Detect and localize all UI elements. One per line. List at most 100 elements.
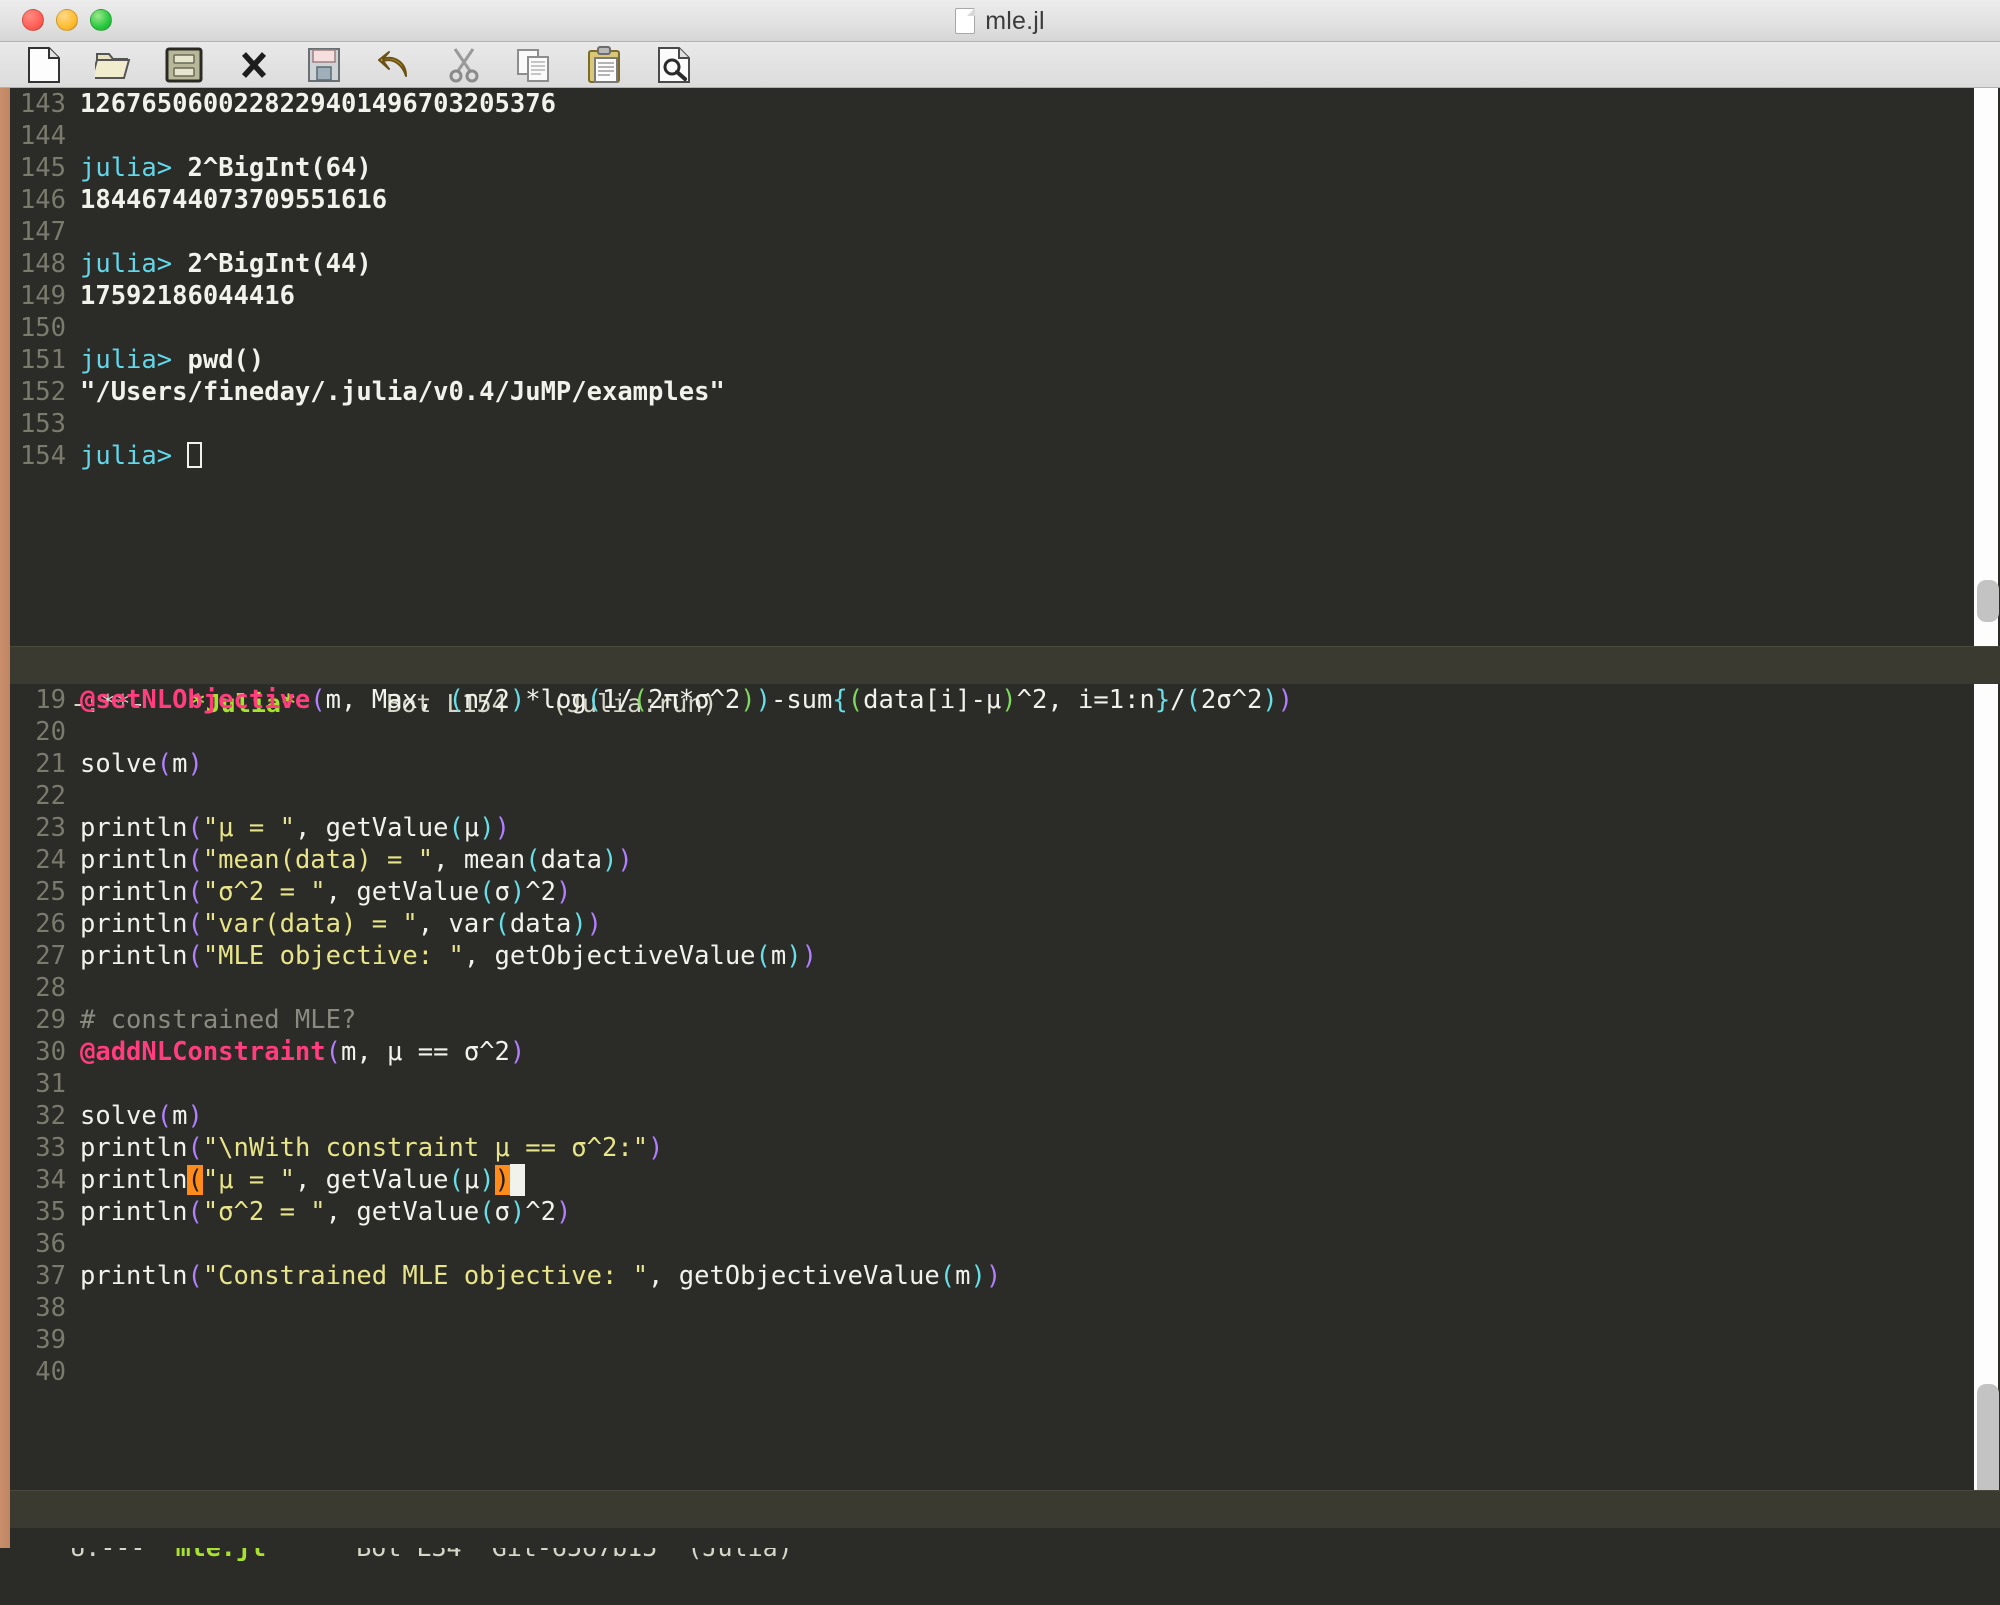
- code-mode-line: U:--- mle.jl Bot L34 Git-6567b15 (Julia): [10, 1490, 2000, 1528]
- close-file-button[interactable]: [232, 45, 276, 85]
- matching-paren-close: ): [495, 1165, 510, 1195]
- repl-command: pwd(): [172, 345, 264, 375]
- code-content: println("mean(data) = ", mean(data)): [80, 845, 633, 875]
- line-number: 146: [10, 184, 66, 216]
- line-number: 33: [10, 1132, 66, 1164]
- repl-command: 2^BigInt(64): [172, 153, 372, 183]
- repl-line: 151 julia> pwd(): [10, 344, 1948, 376]
- code-content: @setNLObjective(m, Max, (n/2)*log(1/(2π*…: [80, 685, 1293, 715]
- window-title: mle.jl: [0, 0, 2000, 42]
- line-number: 151: [10, 344, 66, 376]
- line-number: 21: [10, 748, 66, 780]
- code-content: @addNLConstraint(m, μ == σ^2): [80, 1037, 525, 1067]
- repl-text-area[interactable]: 1431267650600228229401496703205376 144 1…: [10, 88, 1948, 646]
- line-number: 34: [10, 1164, 66, 1196]
- code-content: println("μ = ", getValue(μ)): [80, 1165, 525, 1195]
- repl-line: 153: [10, 408, 1948, 440]
- repl-mode-line: -:**- *Julia* Bot L154 (Julia:run): [10, 646, 2000, 684]
- line-number: 27: [10, 940, 66, 972]
- code-content: println("μ = ", getValue(μ)): [80, 813, 510, 843]
- repl-command: 2^BigInt(44): [172, 249, 372, 279]
- save-as-button[interactable]: [302, 45, 346, 85]
- open-file-button[interactable]: [92, 45, 136, 85]
- code-content: solve(m): [80, 749, 203, 779]
- new-file-button[interactable]: [22, 45, 66, 85]
- code-line: 23 println("μ = ", getValue(μ)): [10, 812, 1948, 844]
- paste-button[interactable]: [582, 45, 626, 85]
- search-button[interactable]: [652, 45, 696, 85]
- repl-prompt: julia>: [80, 345, 172, 375]
- code-line: 39: [10, 1324, 1948, 1356]
- window-title-text: mle.jl: [985, 7, 1045, 36]
- repl-line: 145 julia> 2^BigInt(64): [10, 152, 1948, 184]
- line-number: 31: [10, 1068, 66, 1100]
- line-number: 37: [10, 1260, 66, 1292]
- repl-output: 17592186044416: [80, 281, 295, 311]
- line-number: 29: [10, 1004, 66, 1036]
- repl-line: 148 julia> 2^BigInt(44): [10, 248, 1948, 280]
- code-line: 36: [10, 1228, 1948, 1260]
- code-content: println("MLE objective: ", getObjectiveV…: [80, 941, 817, 971]
- repl-line: 147: [10, 216, 1948, 248]
- code-line: 22: [10, 780, 1948, 812]
- code-line-active: 34 println("μ = ", getValue(μ)): [10, 1164, 1948, 1196]
- code-line: 32 solve(m): [10, 1100, 1948, 1132]
- line-number: 153: [10, 408, 66, 440]
- line-number: 32: [10, 1100, 66, 1132]
- save-file-button[interactable]: [162, 45, 206, 85]
- repl-line: 14618446744073709551616: [10, 184, 1948, 216]
- line-number: 154: [10, 440, 66, 472]
- line-number: 144: [10, 120, 66, 152]
- code-window: 19 @setNLObjective(m, Max, (n/2)*log(1/(2…: [0, 684, 2000, 1510]
- repl-output: 1267650600228229401496703205376: [80, 89, 556, 119]
- line-number: 39: [10, 1324, 66, 1356]
- repl-prompt: julia>: [80, 153, 172, 183]
- code-line: 24println("mean(data) = ", mean(data)): [10, 844, 1948, 876]
- undo-button[interactable]: [372, 45, 416, 85]
- line-number: 23: [10, 812, 66, 844]
- repl-line: 1431267650600228229401496703205376: [10, 88, 1948, 120]
- repl-line: 144: [10, 120, 1948, 152]
- cut-button[interactable]: [442, 45, 486, 85]
- code-line: 37println("Constrained MLE objective: ",…: [10, 1260, 1948, 1292]
- code-content: println("σ^2 = ", getValue(σ)^2): [80, 877, 571, 907]
- repl-right-fringe: [1958, 88, 1972, 646]
- toolbar: [0, 42, 2000, 88]
- line-number: 36: [10, 1228, 66, 1260]
- matching-paren-open: (: [187, 1165, 202, 1195]
- code-scrollbar-thumb[interactable]: [1977, 1384, 1999, 1504]
- repl-scrollbar[interactable]: [1972, 88, 2000, 646]
- code-line: 29 # constrained MLE?: [10, 1004, 1948, 1036]
- line-number: 149: [10, 280, 66, 312]
- repl-line: 150: [10, 312, 1948, 344]
- repl-line: 152"/Users/fineday/.julia/v0.4/JuMP/exam…: [10, 376, 1948, 408]
- line-number: 148: [10, 248, 66, 280]
- line-number: 20: [10, 716, 66, 748]
- code-text-area[interactable]: 19 @setNLObjective(m, Max, (n/2)*log(1/(2…: [10, 684, 1948, 1510]
- code-content: println("σ^2 = ", getValue(σ)^2): [80, 1197, 571, 1227]
- code-comment: # constrained MLE?: [80, 1005, 356, 1035]
- copy-button[interactable]: [512, 45, 556, 85]
- code-line: 28: [10, 972, 1948, 1004]
- line-number: 145: [10, 152, 66, 184]
- code-line: 19 @setNLObjective(m, Max, (n/2)*log(1/(2…: [10, 684, 1948, 716]
- line-number: 152: [10, 376, 66, 408]
- line-number: 40: [10, 1356, 66, 1388]
- code-content: println("\nWith constraint μ == σ^2:"): [80, 1133, 663, 1163]
- code-line: 35println("σ^2 = ", getValue(σ)^2): [10, 1196, 1948, 1228]
- window-title-bar: mle.jl: [0, 0, 2000, 42]
- code-line: 30@addNLConstraint(m, μ == σ^2): [10, 1036, 1948, 1068]
- line-number: 19: [10, 684, 66, 716]
- code-right-fringe: [1958, 684, 1972, 1510]
- line-number: 22: [10, 780, 66, 812]
- code-line: 40: [10, 1356, 1948, 1388]
- code-line: 21 solve(m): [10, 748, 1948, 780]
- repl-scrollbar-thumb[interactable]: [1977, 580, 1999, 622]
- echo-area: [10, 1528, 2000, 1548]
- code-scrollbar[interactable]: [1972, 684, 2000, 1510]
- repl-prompt: julia>: [80, 249, 172, 279]
- repl-line: 154julia>: [10, 440, 1948, 472]
- code-line: 20: [10, 716, 1948, 748]
- repl-line: 149 17592186044416: [10, 280, 1948, 312]
- code-content: solve(m): [80, 1101, 203, 1131]
